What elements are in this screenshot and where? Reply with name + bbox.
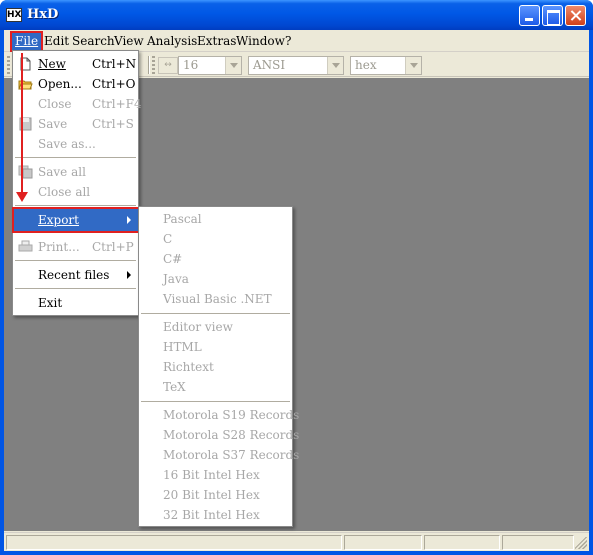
menu-item-exit-label: Exit bbox=[38, 296, 63, 310]
export-item-tex[interactable]: TeX bbox=[163, 377, 186, 397]
charset-value: ANSI bbox=[253, 58, 286, 72]
menu-item-save-all-label: Save all bbox=[38, 165, 86, 179]
menu-item-exit[interactable]: Exit bbox=[13, 293, 138, 313]
export-item-editor-view[interactable]: Editor view bbox=[163, 317, 233, 337]
export-item-c[interactable]: C bbox=[163, 229, 172, 249]
chevron-down-icon[interactable] bbox=[225, 57, 241, 74]
menu-search-label: Search bbox=[72, 34, 115, 48]
export-item-intel-hex-32[interactable]: 32 Bit Intel Hex bbox=[163, 505, 260, 525]
annotation-arrow-down-icon bbox=[16, 192, 28, 202]
chevron-down-icon[interactable] bbox=[405, 57, 421, 74]
menu-item-close-all-label: Close all bbox=[38, 185, 91, 199]
menu-separator bbox=[15, 260, 136, 261]
app-icon-letters: HX bbox=[7, 10, 22, 20]
menu-item-save-as-label: Save as... bbox=[38, 137, 96, 151]
hxd-app-icon: HX bbox=[6, 8, 22, 22]
menu-edit-label: Edit bbox=[44, 34, 70, 48]
submenu-arrow-icon bbox=[127, 216, 131, 224]
resize-arrows-icon[interactable]: ↔ bbox=[158, 57, 178, 74]
menu-item-new-label: New bbox=[38, 57, 66, 71]
menu-view[interactable]: View bbox=[111, 33, 147, 50]
menu-extras-label: Extras bbox=[197, 34, 237, 48]
menu-edit[interactable]: Edit bbox=[41, 33, 72, 50]
menu-item-print[interactable]: Print... Ctrl+P bbox=[13, 237, 138, 257]
menu-item-close-all[interactable]: Close all bbox=[13, 182, 138, 202]
title-bar[interactable]: HX HxD bbox=[0, 0, 593, 30]
toolbar-separator bbox=[148, 56, 150, 74]
menu-bar: File Edit Search View Analysis Extras Wi… bbox=[4, 30, 589, 52]
offset-base-select[interactable]: hex bbox=[350, 56, 422, 75]
menu-item-export-label: Export bbox=[38, 213, 79, 227]
menu-item-recent-files-label: Recent files bbox=[38, 268, 110, 282]
menu-item-save-shortcut: Ctrl+S bbox=[92, 117, 134, 131]
toolbar-grip[interactable] bbox=[7, 56, 10, 74]
menu-item-save[interactable]: Save Ctrl+S bbox=[13, 114, 138, 134]
maximize-button[interactable] bbox=[542, 5, 563, 26]
menu-analysis-label: Analysis bbox=[147, 34, 198, 48]
export-item-motorola-s19[interactable]: Motorola S19 Records bbox=[163, 405, 299, 425]
export-item-pascal[interactable]: Pascal bbox=[163, 209, 202, 229]
export-item-motorola-s37[interactable]: Motorola S37 Records bbox=[163, 445, 299, 465]
status-panel-4 bbox=[502, 535, 574, 550]
menu-item-recent-files[interactable]: Recent files bbox=[13, 265, 138, 285]
menu-item-save-all[interactable]: Save all bbox=[13, 162, 138, 182]
menu-item-save-label: Save bbox=[38, 117, 68, 131]
close-button[interactable] bbox=[565, 5, 586, 26]
menu-item-save-as[interactable]: Save as... bbox=[13, 134, 138, 154]
menu-item-open-label: Open... bbox=[38, 77, 82, 91]
menu-separator bbox=[15, 157, 136, 158]
chevron-down-icon[interactable] bbox=[327, 57, 343, 74]
menu-item-export[interactable]: Export bbox=[12, 207, 140, 233]
menu-item-new[interactable]: New Ctrl+N bbox=[13, 54, 138, 74]
charset-select[interactable]: ANSI bbox=[248, 56, 344, 75]
menu-separator bbox=[15, 205, 136, 206]
export-submenu: Pascal C C# Java Visual Basic .NET Edito… bbox=[138, 206, 299, 527]
printer-icon bbox=[18, 240, 33, 252]
menu-item-open[interactable]: Open... Ctrl+O bbox=[13, 74, 138, 94]
menu-analysis[interactable]: Analysis bbox=[144, 33, 200, 50]
menu-separator bbox=[141, 401, 290, 402]
export-item-intel-hex-16[interactable]: 16 Bit Intel Hex bbox=[163, 465, 260, 485]
submenu-arrow-icon bbox=[127, 271, 131, 279]
bytes-per-row-select[interactable]: 16 bbox=[178, 56, 242, 75]
annotation-arrow-line bbox=[21, 53, 23, 195]
offset-base-value: hex bbox=[355, 58, 377, 72]
menu-file[interactable]: File bbox=[9, 31, 44, 52]
status-bar bbox=[4, 532, 589, 551]
minimize-button[interactable] bbox=[519, 5, 540, 26]
export-item-intel-hex-20[interactable]: 20 Bit Intel Hex bbox=[163, 485, 260, 505]
export-item-java[interactable]: Java bbox=[163, 269, 189, 289]
menu-window-label: Window bbox=[236, 34, 285, 48]
menu-item-close-label: Close bbox=[38, 97, 72, 111]
resize-grip-icon[interactable] bbox=[575, 537, 587, 549]
export-item-csharp[interactable]: C# bbox=[163, 249, 182, 269]
menu-item-new-shortcut: Ctrl+N bbox=[92, 57, 137, 71]
menu-separator bbox=[15, 288, 136, 289]
menu-view-label: View bbox=[114, 34, 144, 48]
menu-file-label: File bbox=[15, 34, 39, 48]
status-panel-1 bbox=[6, 535, 342, 550]
toolbar-grip-2[interactable] bbox=[152, 56, 155, 74]
export-item-vbnet[interactable]: Visual Basic .NET bbox=[163, 289, 272, 309]
menu-item-close[interactable]: Close Ctrl+F4 bbox=[13, 94, 142, 114]
file-menu: New Ctrl+N Open... Ctrl+O Close Ctrl+F4 … bbox=[12, 50, 142, 316]
export-item-html[interactable]: HTML bbox=[163, 337, 202, 357]
menu-item-print-shortcut: Ctrl+P bbox=[92, 240, 134, 254]
export-item-motorola-s28[interactable]: Motorola S28 Records bbox=[163, 425, 299, 445]
export-item-richtext[interactable]: Richtext bbox=[163, 357, 214, 377]
menu-separator bbox=[141, 313, 290, 314]
window-title: HxD bbox=[27, 7, 59, 22]
menu-item-print-label: Print... bbox=[38, 240, 80, 254]
menu-item-close-shortcut: Ctrl+F4 bbox=[92, 97, 142, 111]
menu-item-open-shortcut: Ctrl+O bbox=[92, 77, 136, 91]
menu-help[interactable]: ? bbox=[282, 33, 294, 50]
bytes-per-row-value: 16 bbox=[183, 58, 199, 72]
menu-help-label: ? bbox=[285, 34, 292, 48]
status-panel-3 bbox=[424, 535, 500, 550]
status-panel-2 bbox=[344, 535, 422, 550]
menu-window[interactable]: Window bbox=[233, 33, 288, 50]
